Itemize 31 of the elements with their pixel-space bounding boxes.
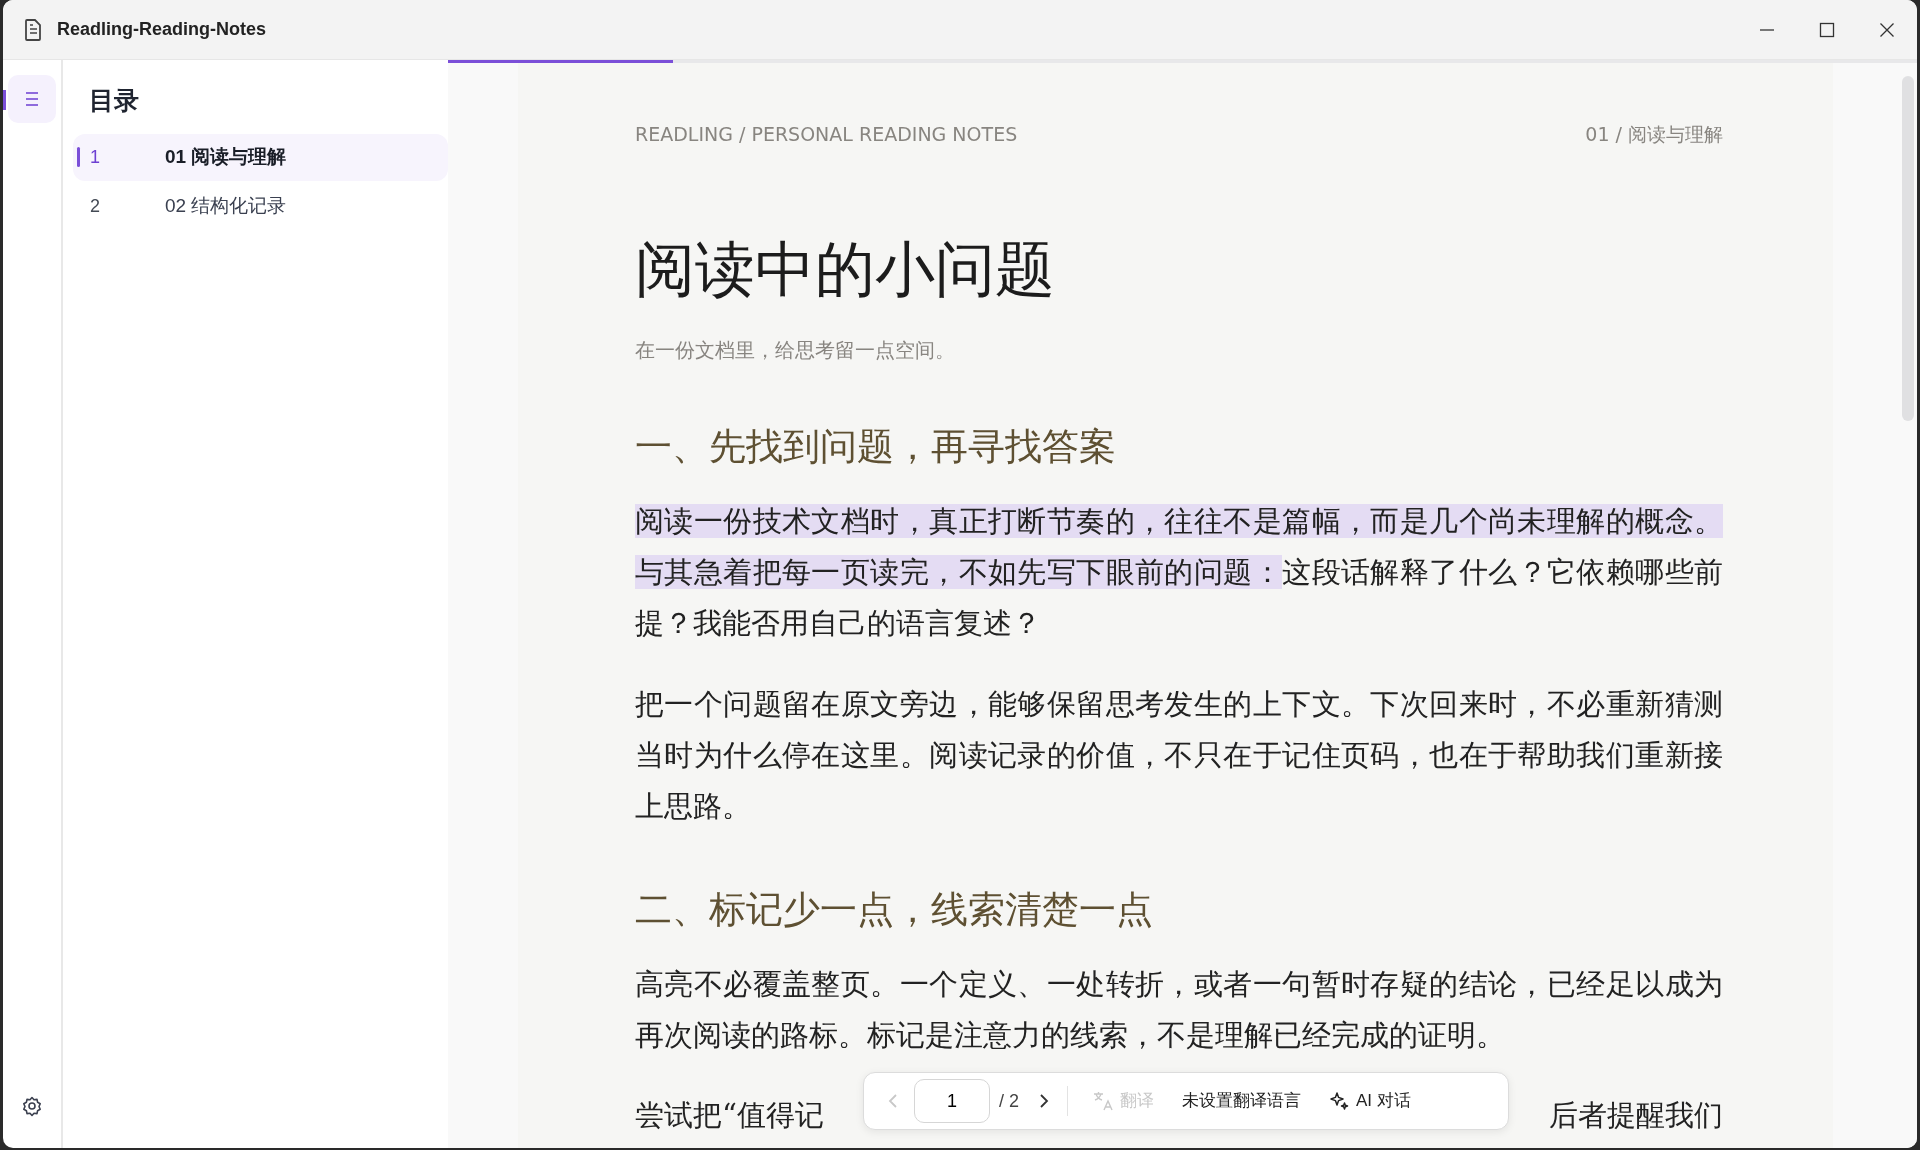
translate-icon: [1092, 1090, 1114, 1112]
close-icon: [1879, 21, 1895, 38]
chevron-right-icon: [1039, 1093, 1049, 1109]
document-icon: [23, 18, 43, 41]
ai-chat-button[interactable]: AI 对话: [1328, 1088, 1411, 1114]
paragraph-fragment: 尝试把“值得记: [635, 1097, 824, 1134]
paragraph-fragment: 后者提醒我们: [1549, 1097, 1723, 1134]
breadcrumb: READLING / PERSONAL READING NOTES: [635, 122, 1018, 147]
section-heading: 一、先找到问题，再寻找答案: [635, 425, 1117, 469]
contents-item[interactable]: 1 01 阅读与理解: [73, 133, 448, 181]
document-title: 阅读中的小问题: [635, 235, 1056, 305]
contents-toggle-button[interactable]: [8, 75, 56, 123]
page-number-field[interactable]: 1: [914, 1079, 990, 1123]
document-subtitle: 在一份文档里，给思考留一点空间。: [635, 338, 956, 363]
menu-icon: [23, 90, 41, 108]
chapter-label: 01 / 阅读与理解: [1585, 122, 1723, 147]
paragraph: 高亮不必覆盖整页。一个定义、一处转折，或者一句暂时存疑的结论，已经足以成为再次阅读的路标。标记是注意力的线索，不是理解已经完成的证明。: [635, 966, 1723, 1054]
minimize-icon: [1759, 28, 1775, 31]
section-heading: 二、标记少一点，线索清楚一点: [635, 888, 1154, 932]
chevron-left-icon: [888, 1093, 898, 1109]
settings-icon: [21, 1095, 43, 1117]
contents-item[interactable]: 2 02 结构化记录: [73, 182, 448, 230]
translation-language-button[interactable]: 未设置翻译语言: [1182, 1088, 1301, 1114]
window-title: Readling-Reading-Notes: [57, 18, 266, 41]
paragraph: 把一个问题留在原文旁边，能够保留思考发生的上下文。下次回来时，不必重新猜测当时为什么停在这里。阅读记录的价值，不只在于记住页码，也在于帮助我们重新接上思路。: [635, 686, 1723, 825]
next-page-button[interactable]: [1039, 1093, 1049, 1109]
page-total: / 2: [999, 1089, 1019, 1113]
maximize-icon: [1819, 21, 1835, 38]
scrollbar[interactable]: [1902, 76, 1914, 421]
contents-title: 目录: [89, 85, 140, 116]
sparkle-icon: [1328, 1090, 1350, 1112]
